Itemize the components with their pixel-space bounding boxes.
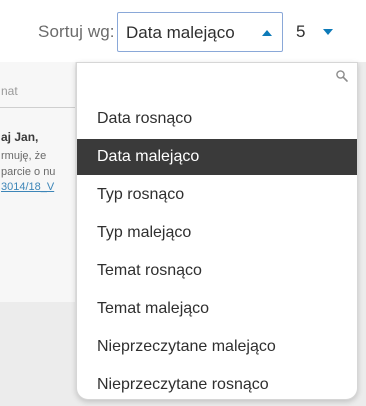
message-list-panel: nat aj Jan, rmuję, że parcie o nu 3014/1… xyxy=(0,62,75,302)
caret-up-icon xyxy=(262,30,272,36)
message-preview-line: parcie o nu xyxy=(1,166,56,178)
page-size-select[interactable]: 5 xyxy=(296,22,305,42)
message-sender: aj Jan, xyxy=(1,130,39,144)
sort-option[interactable]: Nieprzeczytane malejąco xyxy=(77,329,357,365)
message-link[interactable]: 3014/18_V xyxy=(1,181,54,193)
sort-bar: Sortuj wg: Data malejąco 5 xyxy=(0,0,366,62)
subject-filter-placeholder: nat xyxy=(1,84,18,98)
sort-option[interactable]: Typ malejąco xyxy=(77,215,357,251)
sort-option[interactable]: Data rosnąco xyxy=(77,101,357,137)
sort-option[interactable]: Temat malejąco xyxy=(77,291,357,327)
subject-filter-input[interactable]: nat xyxy=(0,74,75,108)
caret-down-icon[interactable] xyxy=(323,29,333,35)
sort-select-value: Data malejąco xyxy=(126,23,235,42)
sort-dropdown: Data rosnąco Data malejąco Typ rosnąco T… xyxy=(76,62,358,400)
page: Sortuj wg: Data malejąco 5 nat aj Jan, r… xyxy=(0,0,366,406)
sort-option[interactable]: Typ rosnąco xyxy=(77,177,357,213)
sort-option-selected[interactable]: Data malejąco xyxy=(77,139,357,175)
sort-select[interactable]: Data malejąco xyxy=(117,12,283,52)
message-preview-line: rmuję, że xyxy=(1,150,47,162)
search-icon[interactable] xyxy=(335,69,349,83)
sort-option[interactable]: Temat rosnąco xyxy=(77,253,357,289)
sort-option[interactable]: Nieprzeczytane rosnąco xyxy=(77,367,357,403)
sort-label: Sortuj wg: xyxy=(38,22,115,41)
